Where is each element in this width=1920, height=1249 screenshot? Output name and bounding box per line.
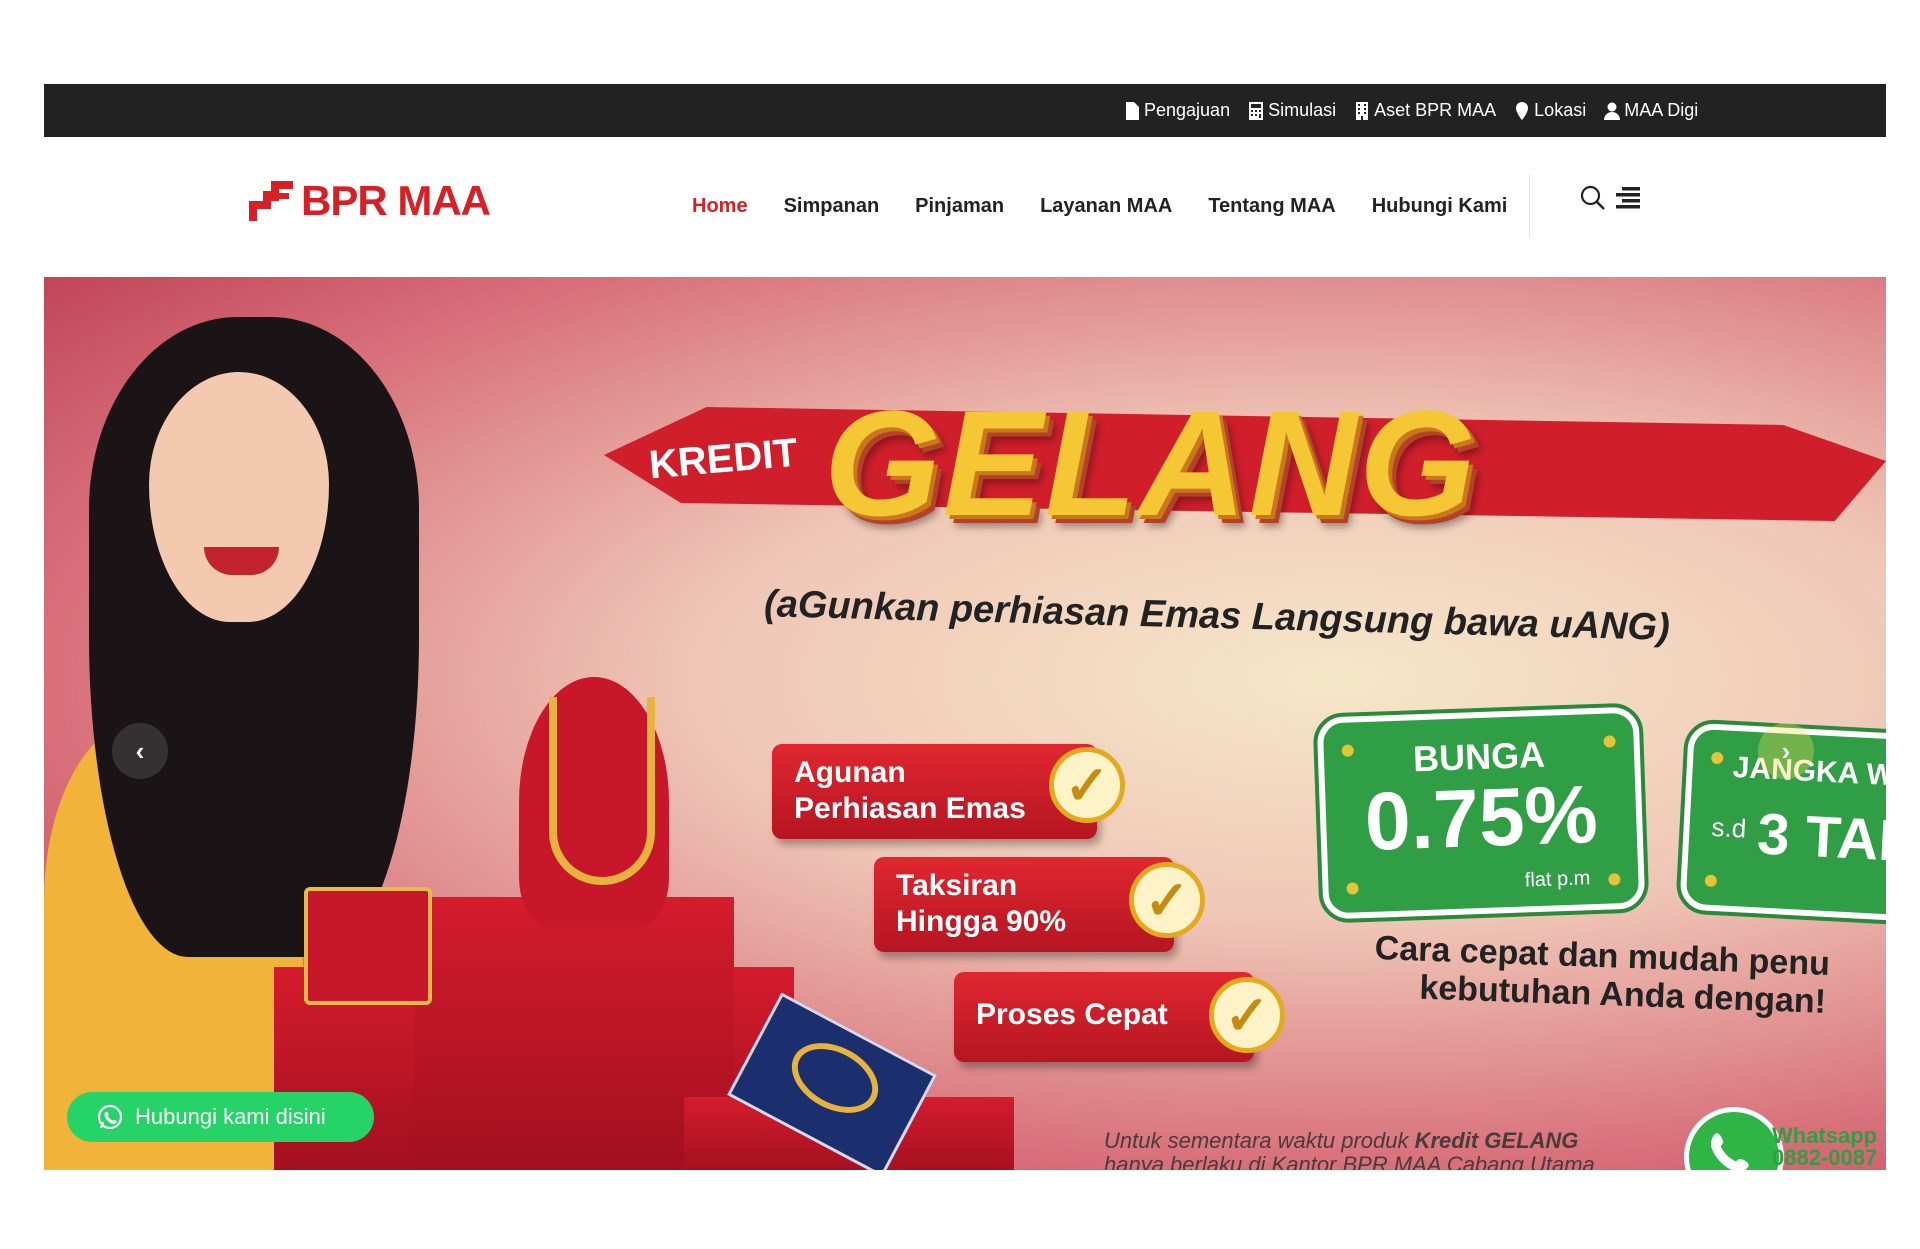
bunga-unit: flat p.m <box>1524 867 1591 892</box>
note-prefix: Untuk sementara waktu produk <box>1104 1128 1415 1153</box>
badge-line2: Hingga 90% <box>896 905 1067 938</box>
hero-slider: KREDIT GELANG (aGunkan perhiasan Emas La… <box>44 277 1886 1170</box>
calculator-icon <box>1249 101 1264 120</box>
whatsapp-icon <box>97 1104 123 1130</box>
bunga-value: 0.75% <box>1363 768 1599 869</box>
chevron-left-icon: ‹ <box>135 735 145 766</box>
check-icon: ✓ <box>1209 977 1285 1053</box>
slider-next-button[interactable]: › <box>1758 723 1814 779</box>
slider-caption: Cara cepat dan mudah penu kebutuhan Anda… <box>1373 929 1830 1021</box>
logo[interactable]: BPR MAA <box>249 177 491 225</box>
badge-line2: Perhiasan Emas <box>794 792 1026 825</box>
panel-dot <box>1704 874 1718 888</box>
badge-line1: Agunan <box>794 756 906 789</box>
slider-prev-button[interactable]: ‹ <box>112 723 168 779</box>
building-icon <box>1356 101 1369 120</box>
nav-pinjaman[interactable]: Pinjaman <box>897 195 1022 218</box>
bunga-panel: BUNGA 0.75% flat p.m <box>1312 702 1650 924</box>
badge-agunan: Agunan Perhiasan Emas <box>772 744 1097 839</box>
note-line2: hanya berlaku di Kantor BPR MAA Cabang U… <box>1104 1152 1595 1171</box>
nav-divider <box>1529 175 1530 237</box>
top-nav-label: MAA Digi <box>1624 100 1699 120</box>
top-nav: Pengajuan Simulasi Aset BPR MAA Lokasi M… <box>1124 84 1698 137</box>
panel-dot <box>1346 882 1359 895</box>
whatsapp-contact: Whatsapp 0882-0087 <box>1772 1125 1877 1169</box>
top-nav-label: Simulasi <box>1268 100 1337 120</box>
nav-home[interactable]: Home <box>674 195 766 218</box>
user-icon <box>1604 102 1621 120</box>
nav-hubungi-kami[interactable]: Hubungi Kami <box>1354 195 1526 218</box>
nav-layanan-maa[interactable]: Layanan MAA <box>1022 195 1190 218</box>
whatsapp-logo-icon <box>1684 1107 1784 1170</box>
badge-line1: Taksiran <box>896 869 1018 902</box>
file-icon <box>1126 101 1139 120</box>
slider-subtitle: (aGunkan perhiasan Emas Langsung bawa uA… <box>763 583 1671 649</box>
chevron-right-icon: › <box>1781 735 1791 766</box>
panel-dot <box>1608 873 1621 886</box>
logo-text: BPR MAA <box>301 177 491 224</box>
gold-necklace <box>549 697 655 885</box>
panel-dot <box>1710 751 1724 765</box>
wa-label: Whatsapp <box>1772 1123 1878 1148</box>
top-nav-simulasi[interactable]: Simulasi <box>1248 100 1336 121</box>
top-nav-maa-digi[interactable]: MAA Digi <box>1604 100 1698 121</box>
model-face <box>149 372 329 622</box>
top-nav-lokasi[interactable]: Lokasi <box>1514 100 1586 121</box>
whatsapp-float-label: Hubungi kami disini <box>135 1104 326 1129</box>
top-nav-label: Aset BPR MAA <box>1374 100 1497 120</box>
note-bold: Kredit GELANG <box>1414 1128 1579 1153</box>
top-nav-pengajuan[interactable]: Pengajuan <box>1124 100 1230 121</box>
map-marker-icon <box>1516 101 1529 120</box>
top-nav-label: Pengajuan <box>1144 100 1231 120</box>
gelang-title: GELANG <box>824 379 1478 547</box>
check-icon: ✓ <box>1049 747 1125 823</box>
menu-icon[interactable] <box>1616 187 1640 214</box>
ring-box <box>304 887 432 1005</box>
nav-simpanan[interactable]: Simpanan <box>766 195 898 218</box>
whatsapp-float-button[interactable]: Hubungi kami disini <box>67 1092 374 1142</box>
main-nav: Home Simpanan Pinjaman Layanan MAA Tenta… <box>674 195 1525 218</box>
jangka-prefix: s.d <box>1710 811 1748 844</box>
top-bar: Pengajuan Simulasi Aset BPR MAA Lokasi M… <box>44 84 1886 137</box>
check-icon: ✓ <box>1129 862 1205 938</box>
top-nav-label: Lokasi <box>1534 100 1587 120</box>
jangka-value: 3 TAH <box>1755 801 1886 875</box>
badge-line1: Proses Cepat <box>976 998 1168 1031</box>
search-icon[interactable] <box>1580 185 1606 216</box>
slider-note: Untuk sementara waktu produk Kredit GELA… <box>1104 1128 1595 1171</box>
site-header: BPR MAA Home Simpanan Pinjaman Layanan M… <box>44 137 1886 277</box>
top-nav-aset[interactable]: Aset BPR MAA <box>1354 100 1496 121</box>
wa-number: 0882-0087 <box>1772 1145 1878 1170</box>
logo-mark-icon <box>249 181 293 221</box>
nav-tentang-maa[interactable]: Tentang MAA <box>1190 195 1353 218</box>
